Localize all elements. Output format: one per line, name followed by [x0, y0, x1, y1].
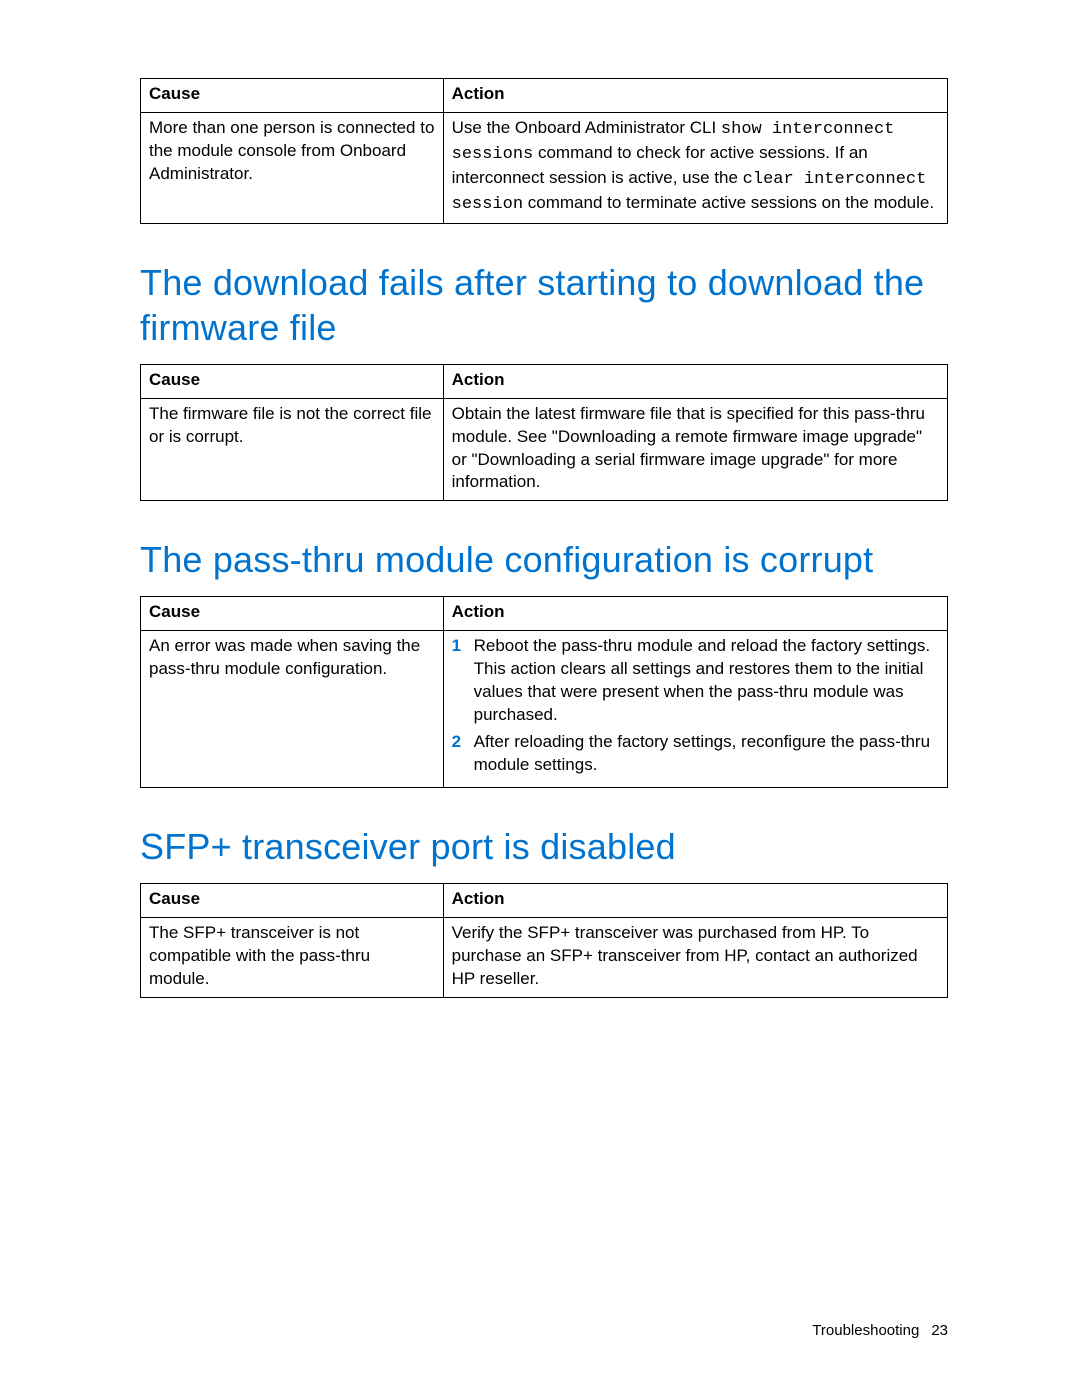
cell-action: Reboot the pass-thru module and reload t… — [443, 631, 947, 788]
heading-config-corrupt: The pass-thru module configuration is co… — [140, 537, 948, 582]
page-footer: Troubleshooting 23 — [812, 1322, 948, 1339]
table-config-corrupt: Cause Action An error was made when savi… — [140, 596, 948, 788]
table-sfp-disabled: Cause Action The SFP+ transceiver is not… — [140, 883, 948, 998]
cell-cause: The SFP+ transceiver is not compatible w… — [141, 917, 444, 997]
th-action: Action — [443, 79, 947, 113]
table-row: The firmware file is not the correct fil… — [141, 398, 948, 501]
footer-page-number: 23 — [931, 1322, 948, 1339]
list-item: After reloading the factory settings, re… — [452, 731, 939, 777]
table-row: The SFP+ transceiver is not compatible w… — [141, 917, 948, 997]
action-steps: Reboot the pass-thru module and reload t… — [452, 635, 939, 777]
table-row: An error was made when saving the pass-t… — [141, 631, 948, 788]
cell-action: Obtain the latest firmware file that is … — [443, 398, 947, 501]
th-action: Action — [443, 883, 947, 917]
cell-action: Verify the SFP+ transceiver was purchase… — [443, 917, 947, 997]
table-row: More than one person is connected to the… — [141, 112, 948, 223]
list-item: Reboot the pass-thru module and reload t… — [452, 635, 939, 727]
cell-action: Use the Onboard Administrator CLI show i… — [443, 112, 947, 223]
table-download-fails: Cause Action The firmware file is not th… — [140, 364, 948, 502]
th-cause: Cause — [141, 79, 444, 113]
heading-sfp-disabled: SFP+ transceiver port is disabled — [140, 824, 948, 869]
th-action: Action — [443, 364, 947, 398]
cell-cause: The firmware file is not the correct fil… — [141, 398, 444, 501]
th-cause: Cause — [141, 364, 444, 398]
footer-section: Troubleshooting — [812, 1322, 919, 1339]
heading-download-fails: The download fails after starting to dow… — [140, 260, 948, 350]
th-cause: Cause — [141, 883, 444, 917]
cell-cause: More than one person is connected to the… — [141, 112, 444, 223]
th-cause: Cause — [141, 597, 444, 631]
cell-cause: An error was made when saving the pass-t… — [141, 631, 444, 788]
th-action: Action — [443, 597, 947, 631]
table-console-sessions: Cause Action More than one person is con… — [140, 78, 948, 224]
